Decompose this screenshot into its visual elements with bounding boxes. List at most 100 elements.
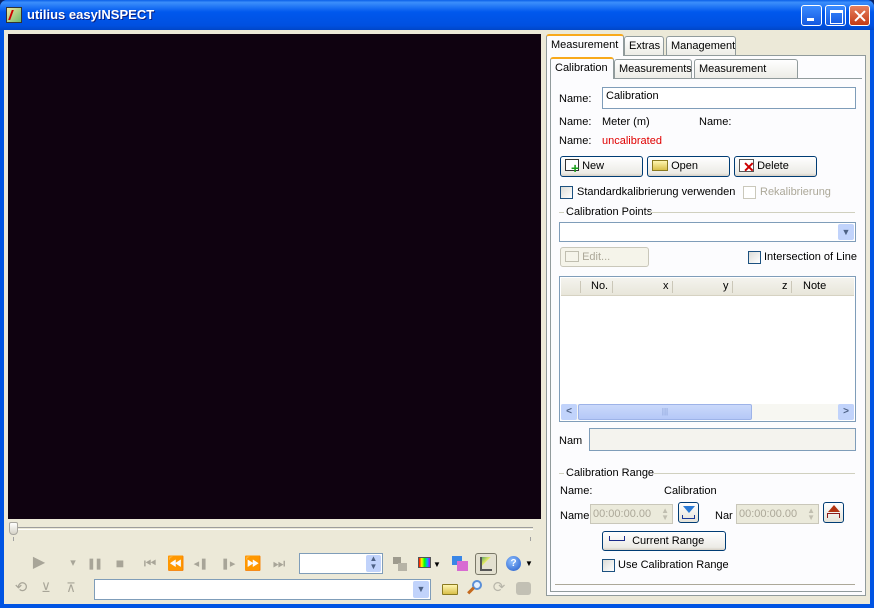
- tab-measurement[interactable]: Measurement: [546, 34, 624, 56]
- tab-measurement-plane[interactable]: Measurement Plane: [694, 59, 798, 93]
- seek-slider-track[interactable]: [12, 527, 533, 530]
- measurement-tabpage: Calibration Measurements Measurement Pla…: [546, 55, 866, 596]
- skip-first-icon[interactable]: ⏮: [141, 555, 159, 571]
- unit-label: Name:: [559, 116, 592, 128]
- calibration-range-heading: Calibration Range: [566, 467, 655, 479]
- path-combobox[interactable]: ▼: [94, 579, 431, 600]
- close-button[interactable]: [849, 5, 870, 26]
- scroll-left-button[interactable]: <: [561, 404, 577, 420]
- nam-input[interactable]: [589, 428, 856, 451]
- standard-calibration-checkbox[interactable]: [560, 186, 573, 199]
- color-display-icon[interactable]: ▼: [417, 555, 441, 573]
- measure-tool-icon[interactable]: [475, 553, 497, 575]
- status-value: uncalibrated: [602, 135, 662, 147]
- chevron-down-icon[interactable]: ▼: [838, 224, 854, 240]
- column-separator: [732, 281, 733, 293]
- tab-extras[interactable]: Extras: [624, 36, 664, 56]
- intersection-checkbox[interactable]: [748, 251, 761, 264]
- divider: [654, 473, 855, 474]
- play-dropdown-icon[interactable]: ▾: [64, 555, 82, 571]
- maximize-button[interactable]: [825, 5, 846, 26]
- start-time-input[interactable]: 00:00:00.00 ▲ ▼: [590, 504, 673, 524]
- column-separator: [791, 281, 792, 293]
- play-icon[interactable]: ▶: [30, 555, 48, 571]
- skip-last-icon[interactable]: ⏭: [270, 555, 288, 571]
- intersection-label: Intersection of Line: [764, 251, 857, 263]
- scroll-right-button[interactable]: >: [838, 404, 854, 420]
- mark-in-icon[interactable]: ⊻: [37, 580, 55, 596]
- current-range-label: Current Range: [632, 535, 705, 547]
- folder-open-icon[interactable]: [441, 580, 459, 598]
- set-start-button[interactable]: [678, 502, 699, 523]
- overlay-windows-icon[interactable]: [451, 555, 469, 573]
- column-header-y[interactable]: y: [723, 280, 729, 292]
- use-calibration-range-checkbox[interactable]: [602, 559, 615, 572]
- measurement-panel: Measurement Extras Management Calibratio…: [546, 34, 866, 600]
- calibration-points-table[interactable]: No. x y z Note < ||| >: [559, 276, 856, 422]
- loop-icon[interactable]: ⟲: [12, 580, 30, 596]
- current-range-button[interactable]: Current Range: [602, 531, 726, 551]
- standard-calibration-label: Standardkalibrierung verwenden: [577, 186, 736, 198]
- scrollbar-thumb[interactable]: |||: [578, 404, 752, 420]
- tab-calibration[interactable]: Calibration: [550, 57, 614, 79]
- tab-measurements[interactable]: Measurements: [614, 59, 692, 79]
- delete-button[interactable]: ✕ Delete: [734, 156, 817, 177]
- spin-updown-button[interactable]: ▲ ▼: [366, 555, 381, 572]
- divider: [555, 584, 855, 585]
- new-icon: +: [565, 159, 579, 175]
- range-name-value: Calibration: [664, 485, 717, 497]
- horizontal-scrollbar[interactable]: < ||| >: [561, 404, 854, 420]
- use-calibration-range-label: Use Calibration Range: [618, 559, 729, 571]
- calibration-name-input[interactable]: Calibration: [602, 87, 856, 109]
- help-icon[interactable]: ? ▼: [505, 555, 533, 573]
- comment-icon[interactable]: [515, 581, 533, 599]
- divider: [649, 212, 855, 213]
- nam-label: Nam: [559, 435, 583, 447]
- column-separator: [580, 281, 581, 293]
- app-icon: [6, 7, 22, 23]
- status-label: Name:: [559, 135, 592, 147]
- frame-spinbox[interactable]: ▲ ▼: [299, 553, 383, 574]
- column-header-z[interactable]: z: [782, 280, 788, 292]
- seek-tick: [13, 537, 14, 541]
- column-header-x[interactable]: x: [663, 280, 669, 292]
- end-time-input[interactable]: 00:00:00.00 ▲ ▼: [736, 504, 819, 524]
- mark-end-icon: [828, 505, 840, 512]
- column-header-note[interactable]: Note: [803, 280, 826, 292]
- video-viewport[interactable]: [8, 34, 541, 519]
- app-window: utilius easyINSPECT ▶ ▾ ❚❚ ■ ⏮ ⏪ ◂❚ ❚▸ ⏩…: [0, 0, 874, 608]
- step-forward-icon[interactable]: ❚▸: [219, 556, 237, 572]
- new-button[interactable]: + New: [560, 156, 643, 177]
- column-header-no[interactable]: No.: [591, 280, 608, 292]
- layout-icon[interactable]: [391, 555, 409, 573]
- set-end-button[interactable]: [823, 502, 844, 523]
- minimize-button[interactable]: [801, 5, 822, 26]
- seek-tick: [530, 537, 531, 541]
- divider: [559, 473, 564, 474]
- extra-label: Name:: [699, 116, 732, 128]
- end-label: Nar: [715, 510, 733, 522]
- chevron-down-icon[interactable]: ▼: [413, 581, 429, 598]
- open-button[interactable]: Open: [647, 156, 730, 177]
- mark-out-icon[interactable]: ⊼: [62, 580, 80, 596]
- search-icon[interactable]: [466, 579, 484, 597]
- title-bar[interactable]: utilius easyINSPECT: [0, 0, 874, 30]
- pause-icon[interactable]: ❚❚: [85, 556, 103, 572]
- edit-button[interactable]: Edit...: [560, 247, 649, 267]
- delete-icon: ✕: [739, 158, 755, 175]
- column-separator: [672, 281, 673, 293]
- fast-forward-icon[interactable]: ⏩: [244, 555, 262, 571]
- new-label: New: [582, 160, 605, 172]
- delete-label: Delete: [757, 160, 789, 172]
- tab-management[interactable]: Management: [666, 36, 736, 56]
- step-back-icon[interactable]: ◂❚: [192, 556, 210, 572]
- recalibration-checkbox[interactable]: [743, 186, 756, 199]
- open-label: Open: [671, 160, 698, 172]
- seek-slider-thumb[interactable]: [9, 522, 18, 535]
- refresh-icon[interactable]: ⟳: [490, 580, 508, 596]
- spin-icon[interactable]: ▲ ▼: [661, 507, 669, 522]
- spin-icon[interactable]: ▲ ▼: [807, 507, 815, 522]
- stop-icon[interactable]: ■: [111, 555, 129, 571]
- calibration-points-select[interactable]: ▼: [559, 222, 856, 242]
- rewind-icon[interactable]: ⏪: [167, 555, 185, 571]
